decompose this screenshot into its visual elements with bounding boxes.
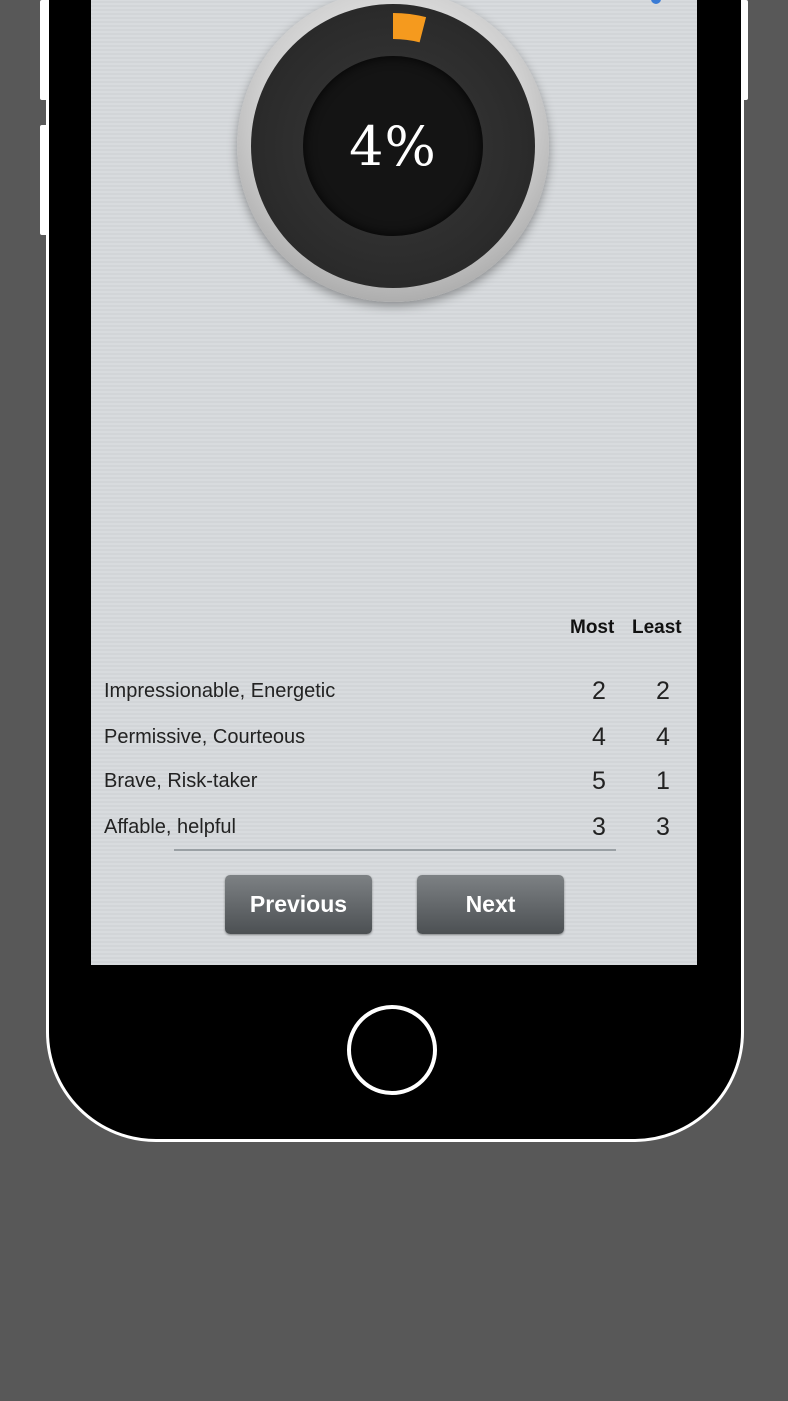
gauge-center: 4% — [303, 56, 483, 236]
status-indicator — [651, 0, 661, 4]
gauge-ring: 4% — [251, 4, 535, 288]
row-least-value: 3 — [656, 813, 670, 841]
row-most-value: 2 — [592, 677, 606, 705]
previous-button[interactable]: Previous — [225, 875, 372, 934]
table-row: Permissive, Courteous 4 4 — [104, 723, 694, 766]
row-label: Impressionable, Energetic — [104, 680, 336, 702]
row-label: Permissive, Courteous — [104, 726, 306, 748]
row-most-value: 3 — [592, 813, 606, 841]
divider — [174, 849, 616, 851]
row-most-value: 5 — [592, 767, 606, 795]
row-most-value: 4 — [592, 723, 606, 751]
row-least-value: 4 — [656, 723, 670, 751]
least-column-header: Least — [632, 617, 682, 638]
most-column-header: Most — [570, 617, 615, 638]
row-least-value: 2 — [656, 677, 670, 705]
table-row: Impressionable, Energetic 2 2 — [104, 677, 694, 720]
home-button[interactable] — [347, 1005, 437, 1095]
progress-gauge: 4% — [237, 0, 549, 302]
table-row: Brave, Risk-taker 5 1 — [104, 767, 694, 810]
row-label: Brave, Risk-taker — [104, 770, 258, 792]
row-least-value: 1 — [656, 767, 670, 795]
app-screen: 4% Most Least Impressionable, Energetic … — [91, 0, 697, 965]
progress-percent: 4% — [349, 114, 437, 178]
row-label: Affable, helpful — [104, 816, 236, 838]
next-button[interactable]: Next — [417, 875, 564, 934]
